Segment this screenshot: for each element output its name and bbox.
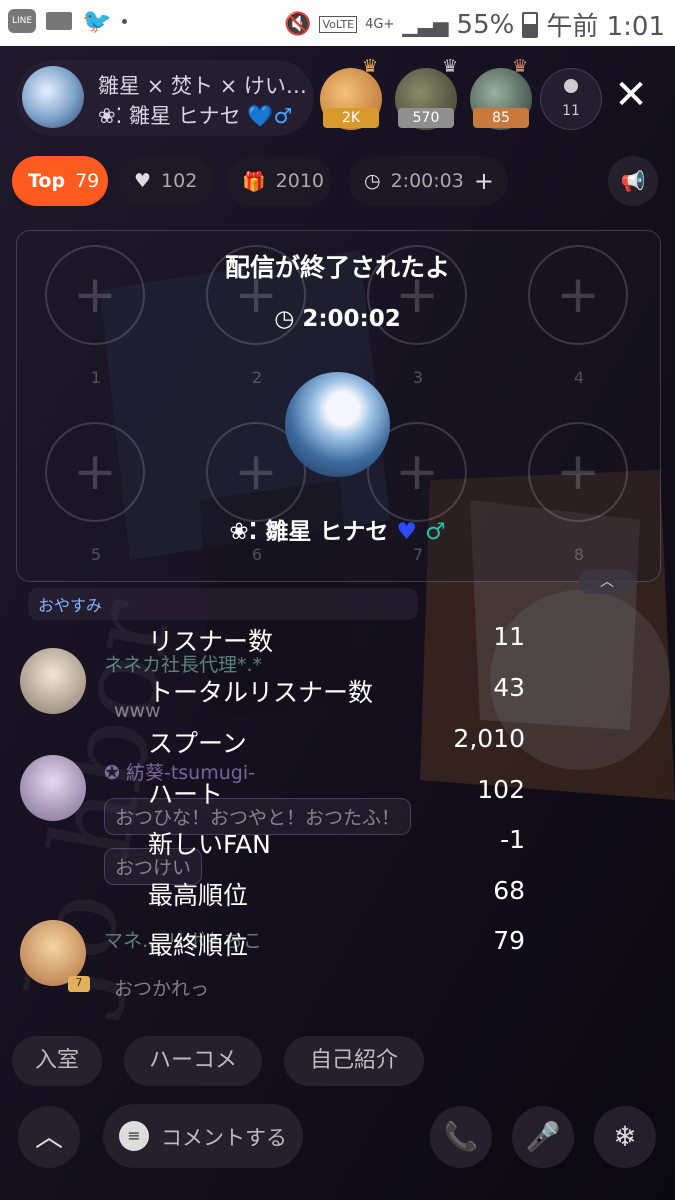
blue-heart-icon: ♥ [396, 519, 418, 545]
slot-number: 7 [412, 545, 424, 564]
twitter-icon: 🐦 [82, 7, 112, 35]
stat-value-hearts: 102 [477, 775, 525, 804]
microphone-icon: 🎤 [525, 1120, 561, 1153]
quick-reply-button[interactable]: ハーコメ [124, 1036, 262, 1086]
expand-button[interactable]: ︿ [18, 1106, 80, 1168]
stream-ended-duration: ◷ 2:00:02 [0, 306, 675, 332]
phone-icon: 📞 [443, 1120, 479, 1153]
chat-message: おつかれっ [114, 978, 210, 1000]
stat-label-best-rank: 最高順位 [148, 881, 249, 910]
stat-value-total-listeners: 43 [493, 673, 525, 702]
stat-label-hearts: ハート [148, 780, 224, 809]
spoons-value: 2010 [275, 170, 325, 192]
stream-title: 雛星 × 焚ト × けい… [98, 74, 307, 98]
collapse-panel-button[interactable]: ︿ [578, 570, 636, 594]
pinned-message-text: おやすみ [38, 596, 103, 615]
battery-percent: 55% [456, 9, 515, 40]
stat-label-spoons: スプーン [148, 729, 247, 758]
snowflake-icon: ❄ [613, 1120, 637, 1153]
stat-label-final-rank: 最終順位 [148, 931, 249, 960]
signal-icon: ▁▃▅ [402, 12, 449, 37]
chat-avatar[interactable] [20, 755, 86, 821]
star-badge-icon: ✪ [104, 762, 120, 784]
slot-number: 3 [412, 368, 424, 387]
network-label: 4G+ [365, 17, 395, 32]
comment-placeholder: コメントする [161, 1126, 287, 1150]
top-rank-chip[interactable]: Top 79 [12, 156, 108, 206]
slot-number: 6 [251, 545, 263, 564]
host-name-large: ❀⁚ 雛星 ヒナセ ♥ ♂ [0, 512, 675, 546]
mail-icon [46, 12, 72, 30]
host-name: ❀⁚ 雛星 ヒナセ 💙♂ [98, 104, 293, 128]
hearts-chip[interactable]: ♥ 102 [118, 156, 214, 206]
quick-reply-button[interactable]: 入室 [12, 1036, 102, 1086]
status-bar: LINE 🐦 🔇 VoLTE 4G+ ▁▃▅ 55% 午前 1:01 [0, 0, 675, 46]
call-button[interactable]: 📞 [430, 1106, 492, 1168]
stat-value-listeners: 11 [493, 622, 525, 651]
stat-value-best-rank: 68 [493, 876, 525, 905]
speaker-slot[interactable]: + [45, 422, 145, 522]
gift-icon: 🎁 [242, 170, 266, 193]
mute-icon: 🔇 [284, 12, 312, 37]
pinned-message: おやすみ [28, 588, 418, 620]
stream-ended-duration-value: 2:00:02 [302, 306, 401, 332]
level-badge: 7 [68, 976, 90, 992]
slot-number: 1 [90, 368, 102, 387]
volte-badge: VoLTE [319, 16, 358, 33]
chevron-up-icon: ︿ [34, 1120, 63, 1153]
host-avatar-large [285, 372, 390, 477]
duration-chip[interactable]: ◷ 2:00:03 + [348, 156, 508, 206]
battery-icon [522, 11, 539, 38]
host-name-large-text: ❀⁚ 雛星 ヒナセ [229, 519, 389, 545]
close-button[interactable]: ✕ [606, 70, 656, 120]
dot-icon [121, 18, 127, 24]
plus-icon: + [556, 442, 600, 502]
slot-number: 5 [90, 545, 102, 564]
hearts-value: 102 [161, 170, 198, 192]
chat-bubble-icon: ≡ [119, 1121, 149, 1151]
mic-button[interactable]: 🎤 [512, 1106, 574, 1168]
megaphone-icon: 📢 [620, 169, 646, 193]
top-label: Top [28, 170, 66, 192]
quick-reply-button[interactable]: 自己紹介 [284, 1036, 424, 1086]
rank-3-badge: 85 [473, 108, 529, 128]
slot-number: 2 [251, 368, 263, 387]
stat-label-listeners: リスナー数 [148, 627, 274, 656]
rank-1-badge: 2K [323, 108, 379, 128]
rank-2-badge: 570 [398, 108, 454, 128]
stat-label-new-fans: 新しいFAN [148, 830, 271, 859]
host-avatar[interactable] [22, 66, 84, 128]
listener-count-button[interactable]: 11 [540, 68, 602, 130]
person-icon [564, 79, 578, 93]
stat-value-final-rank: 79 [493, 926, 525, 955]
stat-value-spoons: 2,010 [453, 724, 525, 753]
slot-number: 4 [573, 368, 585, 387]
speaker-slot[interactable]: + [528, 422, 628, 522]
male-icon: ♂ [425, 519, 446, 545]
announcement-button[interactable]: 📢 [608, 156, 658, 206]
spoons-chip[interactable]: 🎁 2010 [226, 156, 332, 206]
comment-input[interactable]: ≡ コメントする [103, 1104, 303, 1168]
plus-icon: + [73, 442, 117, 502]
clock-icon: ◷ [364, 170, 381, 192]
stat-value-new-fans: -1 [500, 825, 525, 854]
listener-count: 11 [562, 103, 580, 119]
add-time-icon: + [473, 167, 494, 195]
chat-avatar[interactable] [20, 648, 86, 714]
clock-icon: ◷ [274, 306, 295, 332]
top-value: 79 [75, 170, 100, 192]
heart-icon: ♥ [134, 170, 152, 192]
host-info-pill[interactable]: 雛星 × 焚ト × けい… ❀⁚ 雛星 ヒナセ 💙♂ [16, 60, 314, 136]
chevron-up-icon: ︿ [600, 574, 614, 590]
effects-button[interactable]: ❄ [594, 1106, 656, 1168]
host-name-emoji: 💙♂ [247, 104, 293, 128]
line-app-icon: LINE [8, 9, 36, 33]
duration-value: 2:00:03 [390, 170, 464, 192]
slot-number: 8 [573, 545, 585, 564]
clock: 午前 1:01 [546, 12, 665, 42]
stream-ended-title: 配信が終了されたよ [224, 253, 450, 282]
